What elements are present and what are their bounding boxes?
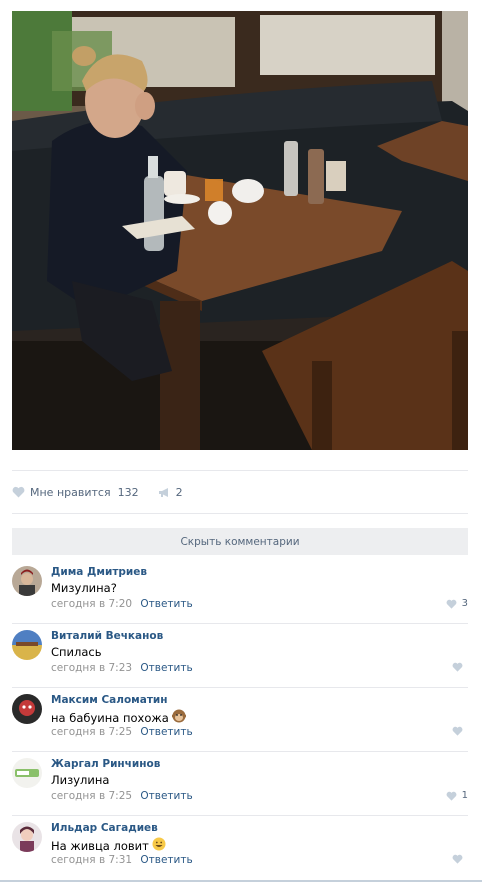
heart-icon (452, 854, 463, 864)
post-photo[interactable] (12, 11, 468, 450)
comment-like-button[interactable]: 3 (446, 598, 468, 609)
divider (12, 513, 468, 514)
comment-time[interactable]: сегодня в 7:25 (51, 790, 132, 802)
comment-like-button[interactable]: 1 (446, 790, 468, 801)
share-count: 2 (175, 485, 183, 499)
reply-link[interactable]: Ответить (140, 790, 192, 802)
reply-link[interactable]: Ответить (140, 854, 192, 866)
monkey-emoji-icon (171, 709, 187, 726)
megaphone-icon (158, 487, 171, 498)
comment-meta: сегодня в 7:31 Ответить (51, 854, 193, 866)
comment-item: Дима Дмитриев Мизулина? сегодня в 7:20 О… (12, 560, 468, 624)
heart-icon (452, 662, 463, 672)
bottom-border (0, 880, 482, 882)
avatar[interactable] (12, 694, 42, 724)
heart-icon (452, 726, 463, 736)
comment-item: Виталий Вечканов Спилась сегодня в 7:23 … (12, 624, 468, 688)
heart-icon (12, 486, 25, 498)
comment-time[interactable]: сегодня в 7:20 (51, 598, 132, 610)
comment-author[interactable]: Жаргал Ринчинов (51, 758, 160, 770)
comment-meta: сегодня в 7:25 Ответить (51, 790, 193, 802)
comment-like-button[interactable] (452, 662, 468, 672)
comment-text: Лизулина (51, 773, 110, 787)
comment-meta: сегодня в 7:25 Ответить (51, 726, 193, 738)
grinning-emoji-icon (152, 837, 166, 854)
comment-text: Спилась (51, 645, 102, 659)
comment-author[interactable]: Дима Дмитриев (51, 566, 147, 578)
reply-link[interactable]: Ответить (140, 726, 192, 738)
comment-like-count: 3 (461, 598, 468, 609)
comment-time[interactable]: сегодня в 7:25 (51, 726, 132, 738)
comment-like-button[interactable] (452, 854, 468, 864)
comment-text: Мизулина? (51, 581, 117, 595)
comment-like-count: 1 (461, 790, 468, 801)
avatar[interactable] (12, 822, 42, 852)
like-count: 132 (117, 485, 139, 499)
avatar[interactable] (12, 566, 42, 596)
comment-meta: сегодня в 7:20 Ответить (51, 598, 193, 610)
comment-author[interactable]: Ильдар Сагадиев (51, 822, 158, 834)
comment-item: Жаргал Ринчинов Лизулина сегодня в 7:25 … (12, 752, 468, 816)
heart-icon (446, 599, 457, 609)
post-actions: Мне нравится 132 2 (12, 482, 183, 502)
comment-time[interactable]: сегодня в 7:31 (51, 854, 132, 866)
comment-meta: сегодня в 7:23 Ответить (51, 662, 193, 674)
comment-item: Ильдар Сагадиев На живца ловит сегодня в… (12, 816, 468, 880)
like-button[interactable]: Мне нравится 132 (12, 486, 139, 499)
reply-link[interactable]: Ответить (140, 662, 192, 674)
heart-icon (446, 791, 457, 801)
like-label: Мне нравится (30, 485, 111, 499)
share-button[interactable]: 2 (158, 486, 183, 499)
comments-list: Дима Дмитриев Мизулина? сегодня в 7:20 О… (12, 560, 468, 880)
comment-text: На живца ловит (51, 837, 166, 854)
comment-author[interactable]: Виталий Вечканов (51, 630, 163, 642)
comment-time[interactable]: сегодня в 7:23 (51, 662, 132, 674)
avatar[interactable] (12, 758, 42, 788)
comment-item: Максим Саломатин на бабуина похожа сегод… (12, 688, 468, 752)
hide-comments-button[interactable]: Скрыть комментарии (12, 528, 468, 555)
reply-link[interactable]: Ответить (140, 598, 192, 610)
avatar[interactable] (12, 630, 42, 660)
comment-text: на бабуина похожа (51, 709, 187, 726)
comment-author[interactable]: Максим Саломатин (51, 694, 168, 706)
divider (12, 470, 468, 471)
comment-like-button[interactable] (452, 726, 468, 736)
